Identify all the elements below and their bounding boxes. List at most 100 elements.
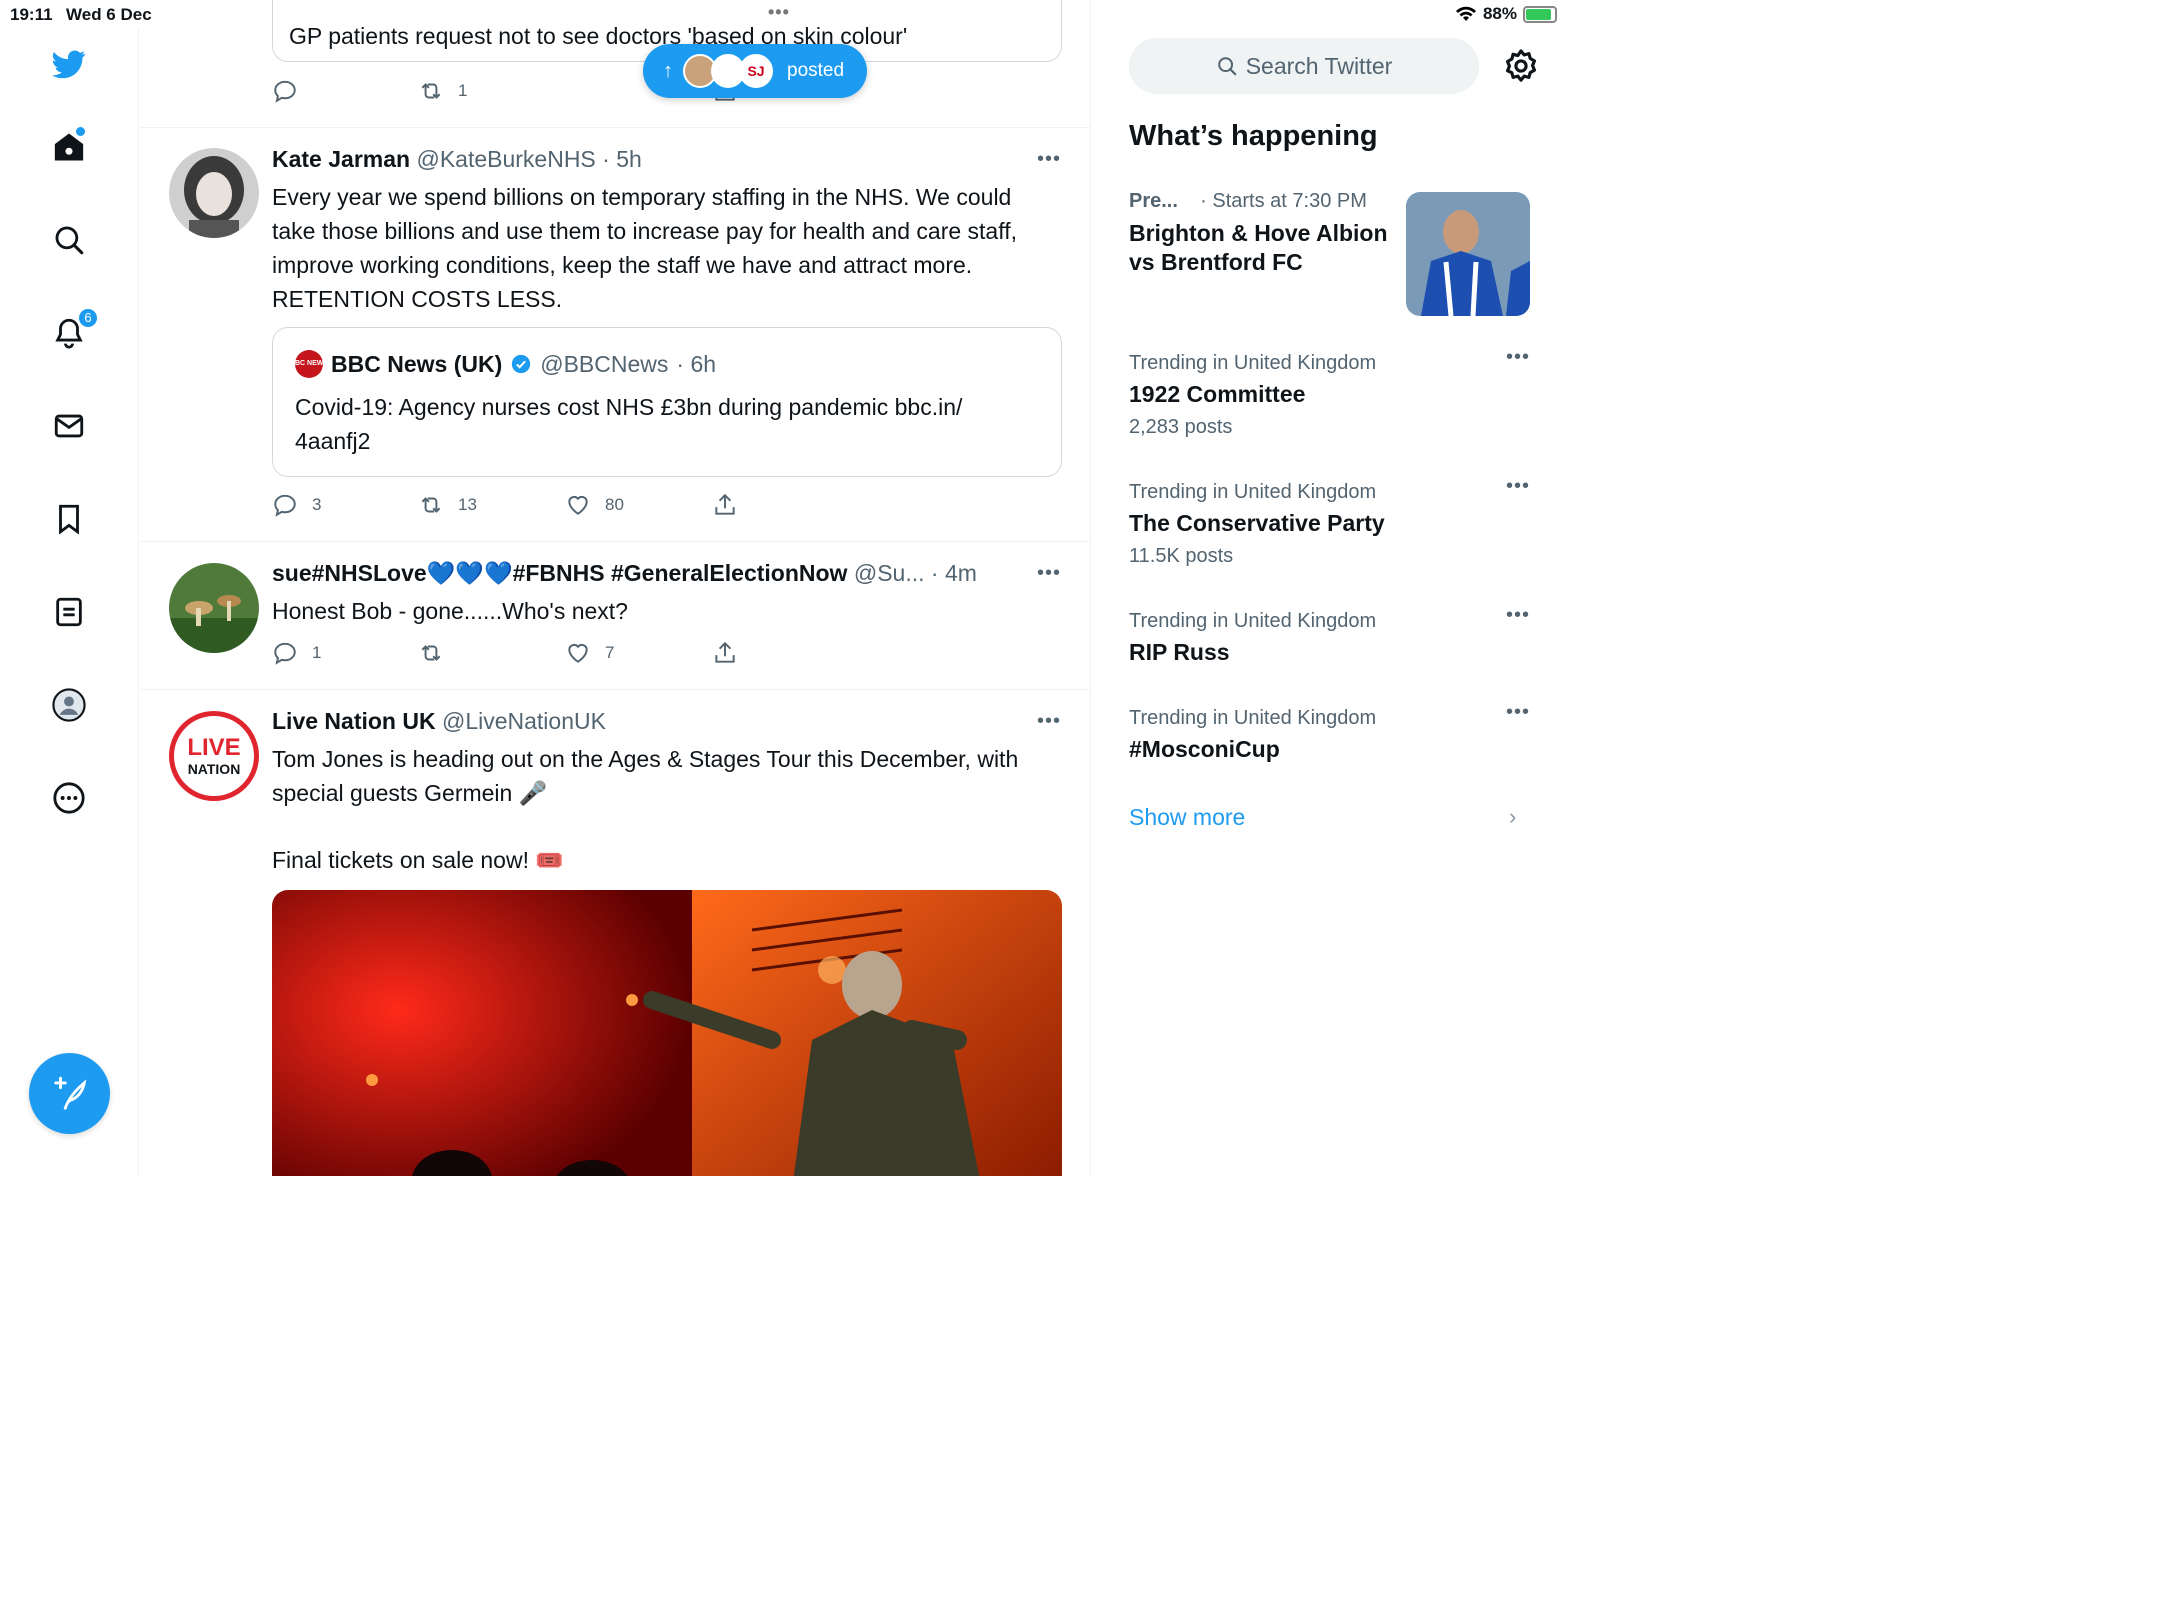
feather-plus-icon: [53, 1076, 86, 1110]
search-icon: [55, 226, 84, 255]
retweet-button[interactable]: 1: [418, 78, 467, 104]
pill-avatars: SJ: [683, 54, 773, 88]
tweet-header: Kate Jarman @KateBurkeNHS · 5h: [272, 146, 642, 173]
avatar-mushrooms-icon: [169, 563, 259, 653]
tweet-author-handle[interactable]: @LiveNationUK: [442, 708, 606, 734]
reply-count: 1: [312, 643, 322, 662]
nav-notifications[interactable]: 6: [49, 307, 99, 353]
envelope-icon: [54, 414, 84, 438]
tweet-time[interactable]: · 5h: [602, 146, 642, 172]
right-sidebar: Search Twitter What’s happening Pre... ·…: [1092, 0, 1567, 1176]
retweet-count: 1: [458, 81, 468, 100]
retweet-button[interactable]: 13: [418, 492, 477, 518]
tweet-time[interactable]: · 4m: [931, 560, 977, 586]
retweet-count: 13: [458, 495, 477, 514]
quoted-tweet[interactable]: BBC NEWS BBC News (UK) @BBCNews · 6h Cov…: [272, 327, 1062, 477]
nav-profile[interactable]: [49, 685, 89, 725]
arrow-up-icon: ↑: [663, 59, 673, 82]
trend-category: Trending in United Kingdom: [1129, 707, 1377, 729]
notifications-badge: 6: [77, 307, 99, 329]
reply-button[interactable]: [272, 78, 298, 104]
trend-more-icon[interactable]: •••: [1506, 475, 1530, 498]
share-icon: [715, 493, 735, 515]
trend-name: 1922 Committee: [1129, 381, 1306, 407]
trend-more-icon[interactable]: •••: [1506, 346, 1530, 369]
tweet-media-image[interactable]: [272, 890, 1062, 1176]
nav-home[interactable]: [49, 127, 89, 167]
bookmark-icon: [59, 504, 79, 535]
football-player-photo-icon: [1406, 192, 1530, 316]
heart-icon: [568, 643, 588, 663]
settings-gear-icon[interactable]: [1502, 47, 1540, 85]
tweet-author-name[interactable]: sue#NHSLove💙💙💙#FBNHS #GeneralElectionNow: [272, 560, 847, 586]
avatar[interactable]: [169, 148, 259, 238]
compose-tweet-button[interactable]: [29, 1053, 110, 1134]
tweet-header: Live Nation UK @LiveNationUK: [272, 708, 606, 735]
tweet-author-handle[interactable]: @Su...: [854, 560, 925, 586]
reply-button[interactable]: 3: [272, 492, 321, 518]
live-nation-logo-bottom: NATION: [187, 761, 241, 777]
quoted-author-handle: @BBCNews: [540, 350, 669, 377]
new-posts-pill[interactable]: ↑ SJ posted: [643, 44, 867, 98]
nav-explore[interactable]: [49, 220, 89, 260]
trend-item[interactable]: Trending in United Kingdom 1922 Committe…: [1129, 346, 1529, 439]
nav-more[interactable]: [49, 778, 89, 818]
avatar[interactable]: [169, 563, 259, 653]
nav-bookmarks[interactable]: [49, 499, 89, 539]
show-more-link[interactable]: Show more: [1129, 804, 1245, 831]
tweet-author-name[interactable]: Kate Jarman: [272, 146, 410, 172]
heart-icon: [568, 495, 588, 515]
like-button[interactable]: 80: [565, 492, 624, 518]
tweet-header: sue#NHSLove💙💙💙#FBNHS #GeneralElectionNow…: [272, 560, 1032, 587]
chevron-right-icon[interactable]: ›: [1509, 804, 1516, 830]
retweet-button[interactable]: [418, 640, 444, 666]
timeline: GP patients request not to see doctors '…: [140, 0, 1091, 1176]
avatar[interactable]: LIVE NATION: [169, 711, 259, 801]
trend-category: Trending in United Kingdom: [1129, 352, 1377, 374]
reply-count: 3: [312, 495, 322, 514]
tweet-divider: [140, 689, 1090, 690]
verified-badge-icon: [512, 354, 531, 374]
trend-item[interactable]: Trending in United Kingdom #MosconiCup •…: [1129, 701, 1529, 763]
profile-avatar-icon: [52, 688, 86, 722]
tweet-author-name[interactable]: Live Nation UK: [272, 708, 436, 734]
tweet-actions: 3 13 80: [272, 492, 742, 522]
nav-lists[interactable]: [49, 592, 89, 632]
tweet-text: Tom Jones is heading out on the Ages & S…: [272, 746, 1019, 806]
tweet-divider: [140, 127, 1090, 128]
trend-more-icon[interactable]: •••: [1506, 701, 1530, 724]
list-icon: [56, 597, 82, 627]
search-placeholder: Search Twitter: [1245, 52, 1393, 79]
tweet-divider: [140, 541, 1090, 542]
reply-button[interactable]: 1: [272, 640, 321, 666]
like-button[interactable]: 7: [565, 640, 614, 666]
more-circle-icon: [53, 782, 85, 814]
tweet-text: Every year we spend billions on temporar…: [272, 184, 1017, 312]
share-button[interactable]: [712, 640, 738, 666]
trend-name: #MosconiCup: [1129, 736, 1280, 762]
trend-more-icon[interactable]: •••: [1506, 604, 1530, 627]
search-icon: [1217, 57, 1237, 76]
tweet-text: Honest Bob - gone......Who's next?: [272, 598, 628, 624]
tweet-actions: 1 7: [272, 640, 742, 670]
search-twitter-input[interactable]: Search Twitter: [1129, 38, 1479, 94]
tweet-more-icon[interactable]: •••: [1037, 562, 1061, 585]
tweet-text-2: Final tickets on sale now! 🎟️: [272, 847, 564, 873]
trend-post-count: 2,283 posts: [1129, 416, 1233, 438]
trend-item[interactable]: Trending in United Kingdom RIP Russ •••: [1129, 604, 1529, 666]
nav-messages[interactable]: [49, 406, 89, 446]
tweet-more-icon[interactable]: •••: [1037, 148, 1061, 171]
tweet-author-handle[interactable]: @KateBurkeNHS: [416, 146, 595, 172]
retweet-icon: [421, 83, 441, 99]
trend-post-count: 11.5K posts: [1129, 545, 1234, 567]
event-image[interactable]: [1406, 192, 1530, 316]
concert-photo-icon: [272, 890, 1062, 1176]
live-nation-logo-top: LIVE: [187, 734, 241, 761]
trend-item[interactable]: Trending in United Kingdom The Conservat…: [1129, 475, 1529, 568]
twitter-logo-icon[interactable]: [49, 44, 89, 84]
share-button[interactable]: [712, 492, 738, 518]
tweet-more-icon[interactable]: •••: [1037, 710, 1061, 733]
trend-name: The Conservative Party: [1129, 510, 1385, 536]
home-unread-dot: [76, 127, 85, 136]
event-category-label: Pre...: [1129, 190, 1178, 212]
